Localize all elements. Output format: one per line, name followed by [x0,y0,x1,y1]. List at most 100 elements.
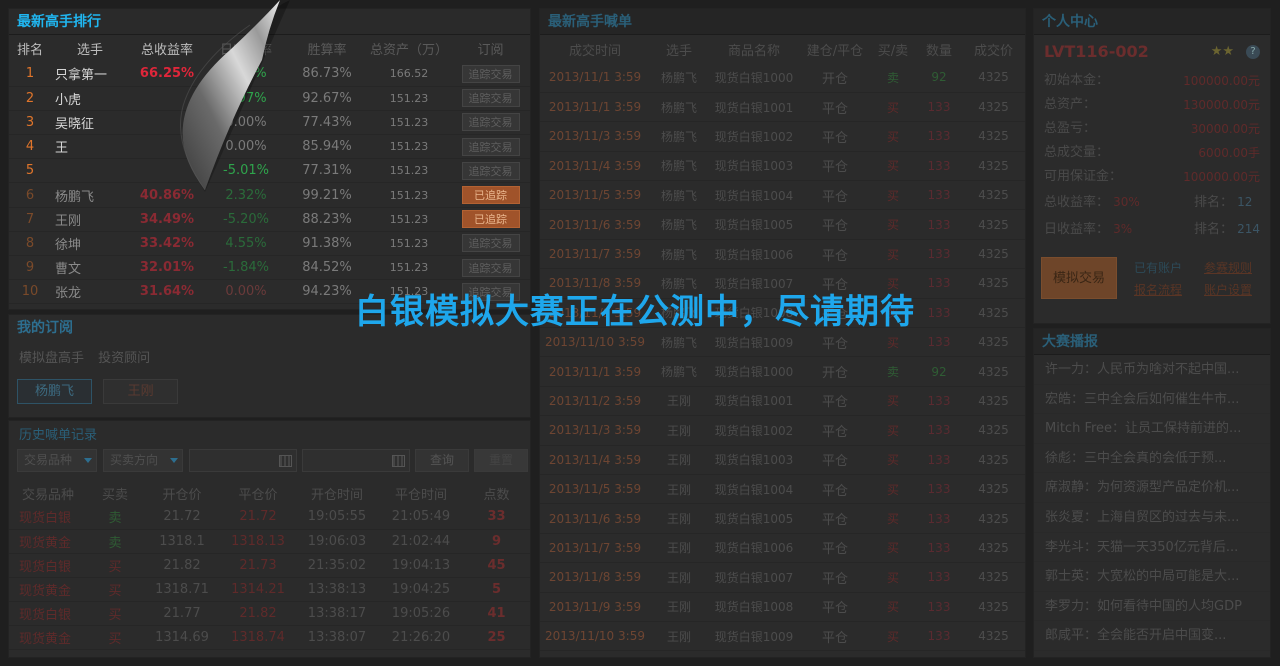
track-cell: 追踪交易 [451,231,530,257]
account-field-value: 30000.00元 [1190,122,1260,136]
total-return: 33.42% [129,231,205,257]
call-time: 2013/11/1 3:59 [540,92,650,123]
call-product: 现货白银1002 [708,415,800,446]
link-existing-account[interactable]: 已有账户 [1134,259,1182,276]
account-field: 初始本金： 100000.00元 [1044,69,1260,93]
call-price: 4325 [962,562,1025,593]
tab-investment-advisor[interactable]: 投资顾问 [98,351,150,366]
news-item-link[interactable]: 宏皓：三中全会后如何催生牛市... [1034,385,1270,415]
link-signup-process[interactable]: 报名流程 [1134,281,1182,298]
call-time: 2013/11/1 3:59 [540,63,650,93]
track-trade-button[interactable]: 追踪交易 [461,137,520,156]
news-item-link[interactable]: 许一力：人民币为啥对不起中国... [1034,355,1270,385]
close-price: 21.72 [221,505,295,530]
news-item-link[interactable]: 张炎夏：上海自贸区的过去与未... [1034,503,1270,533]
open-price: 1318.1 [143,529,221,554]
close-time: 19:04:25 [379,577,463,602]
call-price: 4325 [962,63,1025,93]
followed-button[interactable]: 已追踪 [461,186,520,205]
call-product: 现货白银1003 [708,445,800,475]
track-trade-button[interactable]: 追踪交易 [461,64,520,83]
call-price: 4325 [962,592,1025,622]
call-side: 买 [870,121,916,152]
reset-button[interactable]: 重置 [474,449,528,472]
call-side: 买 [870,474,916,505]
call-product: 现货白银1006 [708,239,800,270]
call-row: 2013/11/2 3:59 王刚 现货白银1001 平仓买 133 4325 [540,386,1025,417]
subscribed-chip[interactable]: 杨鹏飞 [17,379,92,404]
followed-button[interactable]: 已追踪 [461,210,520,229]
help-icon[interactable]: ? [1246,45,1260,59]
call-player: 杨鹏飞 [650,239,708,270]
history-table: 交易品种 买卖 开仓价 平仓价 开仓时间 平仓时间 点数 现货白银卖 21.72 21.72 19… [9,481,530,650]
call-position: 平仓 [800,386,870,417]
news-item-link[interactable]: 李光斗：天猫一天350亿元背后... [1034,533,1270,563]
subscribed-chip[interactable]: 王刚 [103,379,179,404]
news-item-link[interactable]: 郭士英：大宽松的中局可能是大... [1034,562,1270,592]
call-position: 平仓 [800,621,870,652]
track-trade-button[interactable]: 追踪交易 [461,234,520,253]
call-side: 买 [870,562,916,593]
call-time: 2013/11/8 3:59 [540,562,650,593]
call-price: 4325 [962,474,1025,505]
track-trade-button[interactable]: 追踪交易 [461,161,520,180]
history-col-header: 开仓价 [162,487,202,503]
track-trade-button[interactable]: 追踪交易 [461,113,520,132]
call-quantity: 133 [916,239,962,270]
call-price: 4325 [962,151,1025,182]
product-select[interactable]: 交易品种 [17,449,97,472]
call-product: 现货白银1006 [708,533,800,564]
total-assets: 151.23 [367,207,451,232]
call-row: 2013/11/4 3:59 王刚 现货白银1003 平仓买 133 4325 [540,445,1025,475]
history-title: 历史喊单记录 [19,428,98,443]
call-quantity: 133 [916,121,962,152]
call-row: 2013/11/7 3:59 王刚 现货白银1006 平仓买 133 4325 [540,533,1025,564]
points: 25 [463,625,530,650]
track-trade-button[interactable]: 追踪交易 [461,89,520,108]
account-field-label: 可用保证金： [1044,169,1123,184]
calls-col-header: 成交时间 [568,43,621,59]
call-row: 2013/11/7 3:59 杨鹏飞 现货白银1006 平仓买 133 4325 [540,239,1025,270]
call-player: 杨鹏飞 [650,151,708,182]
start-date-input[interactable] [189,449,297,472]
product: 现货黄金 [9,625,87,650]
call-price: 4325 [962,621,1025,652]
calls-col-header: 数量 [925,43,952,59]
track-trade-button[interactable]: 追踪交易 [461,258,520,277]
calendar-icon[interactable] [279,455,292,467]
call-position: 平仓 [800,592,870,622]
call-time: 2013/11/7 3:59 [540,239,650,270]
news-item-link[interactable]: 席淑静：为何资源型产品定价机... [1034,473,1270,503]
page-curl-icon[interactable] [0,0,290,200]
call-side: 买 [870,503,916,534]
call-player: 杨鹏飞 [650,92,708,123]
query-button[interactable]: 查询 [415,449,469,472]
call-player: 王刚 [650,386,708,417]
personal-title: 个人中心 [1034,9,1270,35]
call-quantity: 92 [916,63,962,93]
call-player: 王刚 [650,621,708,652]
sim-trade-button[interactable]: 模拟交易 [1041,257,1117,299]
account-field-label: 总成交量： [1044,145,1110,160]
direction-select[interactable]: 买卖方向 [103,449,183,472]
news-item-link[interactable]: 李罗力：如何看待中国的人均GDP [1034,592,1270,622]
side: 买 [87,553,143,578]
tab-sim-experts[interactable]: 模拟盘高手 [19,351,84,366]
call-time: 2013/11/6 3:59 [540,209,650,240]
news-item-link[interactable]: 徐彪：三中全会真的会低于预... [1034,444,1270,474]
news-item-link[interactable]: 郎咸平：全会能否开启中国变... [1034,621,1270,651]
call-player: 王刚 [650,445,708,475]
call-product: 现货白银1005 [708,503,800,534]
end-date-input[interactable] [302,449,410,472]
call-product: 现货白银1004 [708,180,800,211]
call-side: 买 [870,415,916,446]
call-position: 平仓 [800,562,870,593]
call-product: 现货白银1005 [708,209,800,240]
calendar-icon[interactable] [392,455,405,467]
link-account-settings[interactable]: 账户设置 [1204,281,1252,298]
open-price: 1314.69 [143,625,221,650]
account-field-value: 6000.00手 [1198,146,1260,160]
link-rules[interactable]: 参赛规则 [1204,259,1252,276]
news-item-link[interactable]: Mitch Free：让员工保持前进的... [1034,414,1270,444]
rank-label: 排名： [1194,195,1234,210]
